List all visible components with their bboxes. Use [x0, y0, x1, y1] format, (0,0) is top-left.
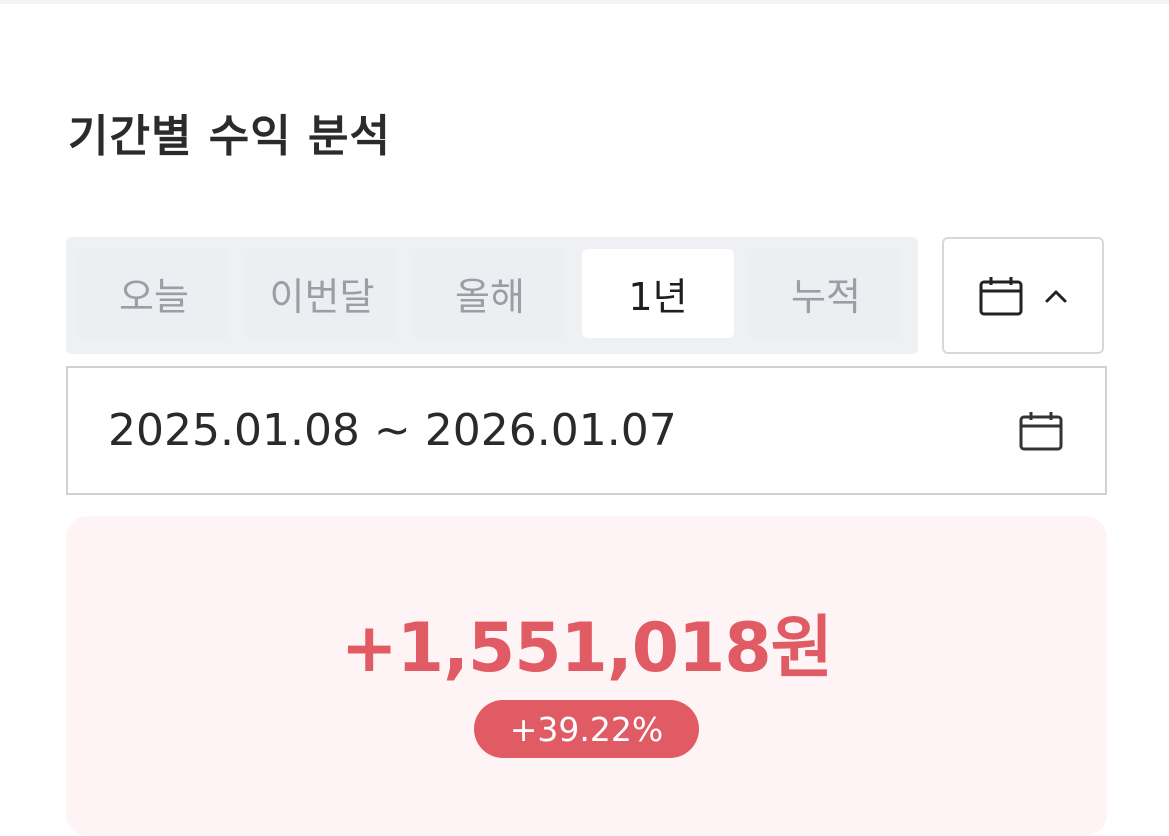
profit-amount: +1,551,018원 [340, 609, 833, 688]
profit-summary-card: +1,551,018원 +39.22% [66, 516, 1107, 836]
tab-1-year[interactable]: 1년 [582, 249, 734, 338]
profit-rate-badge: +39.22% [474, 700, 699, 758]
top-divider [0, 0, 1169, 4]
calendar-icon[interactable] [1019, 411, 1063, 451]
chevron-up-icon [1045, 289, 1067, 303]
calendar-toggle-button[interactable] [942, 237, 1104, 354]
tab-this-month[interactable]: 이번달 [246, 249, 398, 338]
tab-cumulative[interactable]: 누적 [750, 249, 902, 338]
tab-today[interactable]: 오늘 [78, 249, 230, 338]
date-range-text: 2025.01.08 ~ 2026.01.07 [108, 405, 677, 456]
tab-this-year[interactable]: 올해 [414, 249, 566, 338]
date-range-field[interactable]: 2025.01.08 ~ 2026.01.07 [66, 366, 1107, 495]
calendar-icon [979, 276, 1023, 316]
period-tabs: 오늘 이번달 올해 1년 누적 [66, 237, 918, 354]
page-title: 기간별 수익 분석 [68, 111, 391, 162]
